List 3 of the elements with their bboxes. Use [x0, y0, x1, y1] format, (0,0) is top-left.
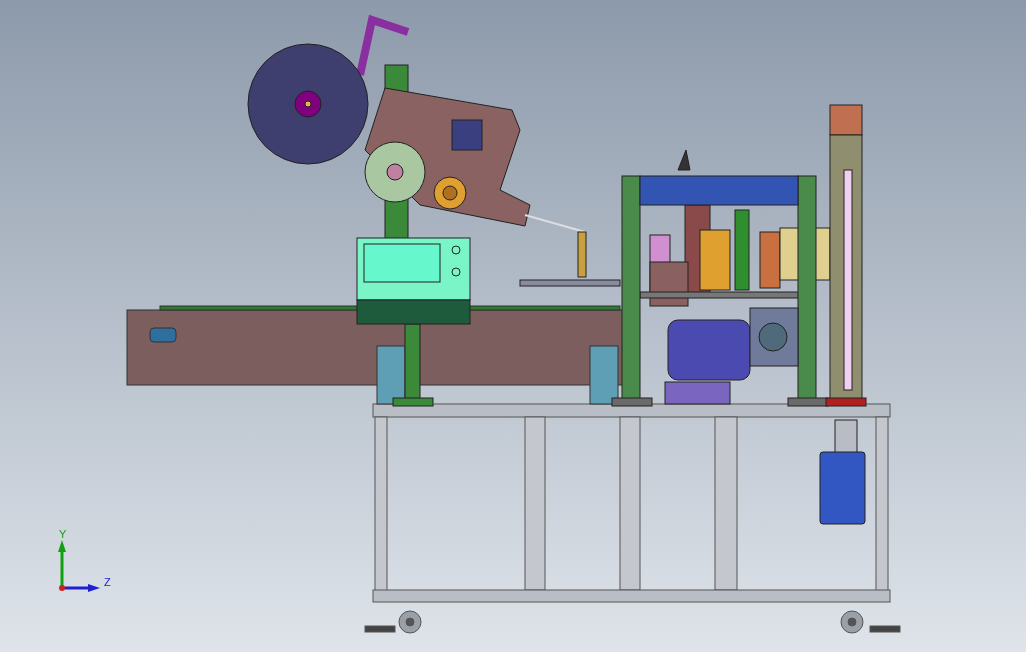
axis-label: Z [104, 576, 111, 588]
origin-icon [59, 585, 65, 591]
axis-label: Y [59, 528, 67, 540]
